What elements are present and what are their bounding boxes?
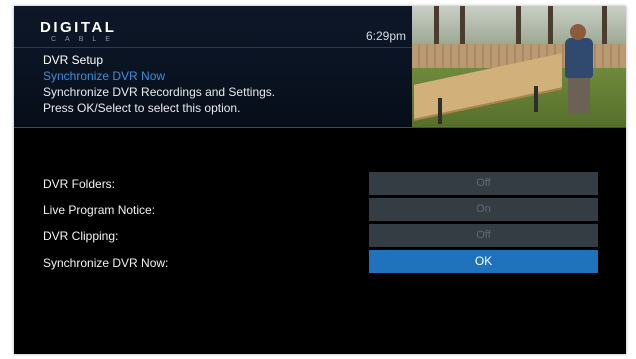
header-rule	[14, 47, 414, 48]
selected-item-description: Synchronize DVR Recordings and Settings.	[43, 85, 276, 99]
setting-label-live-program-notice: Live Program Notice:	[43, 203, 156, 217]
selected-item-name: Synchronize DVR Now	[43, 69, 166, 83]
preview-person-body	[565, 38, 593, 78]
header-divider	[14, 127, 626, 128]
setting-label-synchronize-dvr-now: Synchronize DVR Now:	[43, 256, 169, 270]
clock: 6:29pm	[366, 29, 407, 43]
brand-logo-subtitle: CABLE	[51, 36, 119, 43]
preview-sawhorse-leg	[438, 98, 442, 124]
setting-label-dvr-folders: DVR Folders:	[43, 177, 116, 191]
preview-person-legs	[568, 76, 590, 114]
info-header: DIGITAL CABLE 6:29pm DVR Setup Synchroni…	[14, 6, 626, 127]
setting-value-dvr-clipping[interactable]: Off	[369, 224, 598, 247]
preview-sawhorse-leg	[534, 86, 538, 112]
brand-logo-title: DIGITAL	[40, 19, 117, 36]
preview-person-head	[570, 24, 586, 40]
setting-value-live-program-notice[interactable]: On	[369, 198, 598, 221]
synchronize-ok-button[interactable]: OK	[369, 250, 598, 273]
tv-screen: DIGITAL CABLE 6:29pm DVR Setup Synchroni…	[14, 6, 626, 354]
instruction-hint: Press OK/Select to select this option.	[43, 101, 241, 115]
setting-label-dvr-clipping: DVR Clipping:	[43, 229, 119, 243]
setting-value-dvr-folders[interactable]: Off	[369, 172, 598, 195]
menu-title: DVR Setup	[43, 53, 104, 67]
live-video-preview	[412, 6, 626, 127]
